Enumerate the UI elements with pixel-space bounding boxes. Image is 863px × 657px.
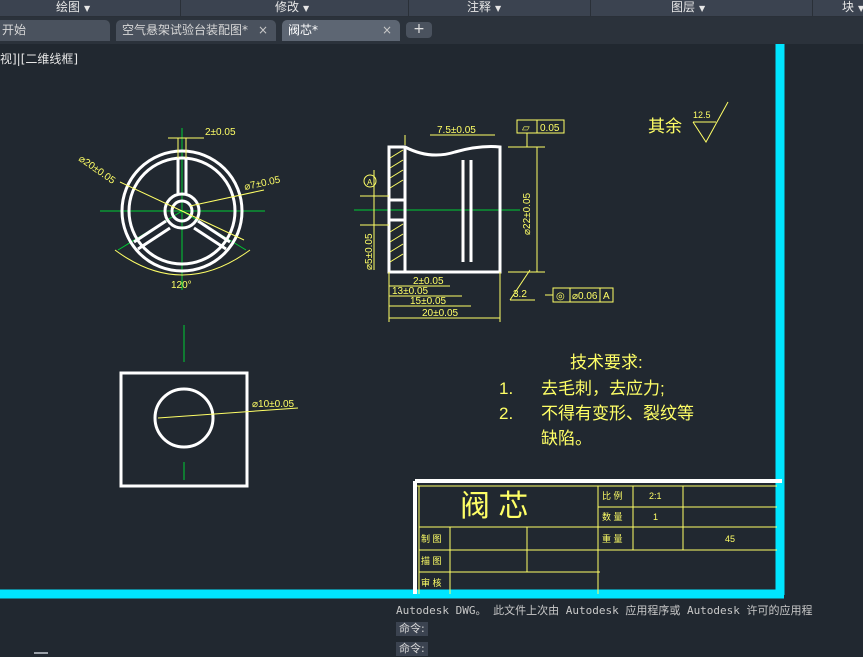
title-block: 阀 芯 比 例 2:1 数 量 1 重 量 45 制 图 描 图 审 核 [413,479,782,594]
chevron-down-icon: ▼ [495,4,502,13]
section-geometry [387,145,502,274]
top-view: ⌀10±0.05 [119,325,299,488]
weight-label: 重 量 [602,533,623,544]
note-2-num: 2. [499,404,513,423]
notes-title: 技术要求: [570,353,643,372]
front-view: 2±0.05 ⌀20±0.05 ⌀7±0.05 120° [76,127,282,291]
roughness-icon [692,101,729,143]
chevron-down-icon: ▼ [858,4,863,13]
cursor-icon [34,652,48,654]
command-prompt-line: 命令: [396,622,428,636]
qty-value: 1 [653,512,658,522]
checked-label: 审 核 [421,577,442,588]
datum-label: A [367,178,373,187]
surface-finish-label: 其余 [648,117,682,136]
section-hatch [389,149,404,263]
section-dim-left: ⌀5±0.05 [364,233,375,270]
tol-frame-bottom-symbol: ◎ [556,291,565,302]
tab-assembly-label: 空气悬架试验台装配图* [122,23,249,37]
tab-assembly-drawing[interactable]: 空气悬架试验台装配图* × [116,20,276,41]
section-dim-bottom-4: 20±0.05 [422,308,459,319]
drawn-label: 制 图 [421,533,442,544]
front-dim-outer: ⌀20±0.05 [76,153,117,186]
ribbon-modify-label: 修改 [275,0,300,14]
ribbon-layers-menu[interactable]: 图层 ▼ [671,0,705,16]
scale-value: 2:1 [649,491,662,501]
technical-notes: 技术要求: 1. 去毛刺，去应力; 2. 不得有变形、裂纹等 缺陷。 [499,353,694,448]
front-dim-width: 2±0.05 [205,127,236,138]
ribbon-separator [180,0,181,16]
note-2-text: 不得有变形、裂纹等 [541,404,694,423]
ribbon-block-label: 块 [842,0,855,14]
chevron-down-icon: ▼ [84,4,91,13]
surface-finish-value: 12.5 [693,110,711,120]
viewport-controls[interactable]: 视]|[二维线框] [0,50,78,67]
chevron-down-icon: ▼ [699,4,706,13]
ribbon-panel-bar: 绘图 ▼ 修改 ▼ 注释 ▼ 图层 ▼ 块 ▼ [0,0,863,17]
ribbon-block-menu[interactable]: 块 ▼ [842,0,863,16]
ribbon-separator [590,0,591,16]
ribbon-separator [408,0,409,16]
ribbon-layers-label: 图层 [671,0,696,14]
ribbon-draw-menu[interactable]: 绘图 ▼ [56,0,90,16]
surface-finish: 其余 12.5 [648,101,729,143]
new-tab-button[interactable]: + [406,22,432,38]
scale-label: 比 例 [602,490,623,501]
tol-frame-top-value: 0.05 [540,123,560,134]
note-1-num: 1. [499,379,513,398]
tab-valve-core-label: 阀芯* [288,23,319,37]
tol-frame-top-symbol: ⏥ [522,123,530,134]
tol-frame-bottom-value: ⌀0.06 [572,291,598,302]
tab-valve-core[interactable]: 阀芯* × [282,20,400,41]
drawing-svg: 2±0.05 ⌀20±0.05 ⌀7±0.05 120° 7.5±0.05 ⏥ … [0,44,785,599]
section-dim-height: ⌀22±0.05 [522,192,533,235]
traced-label: 描 图 [421,555,442,566]
tol-frame-bottom-datum: A [603,291,610,302]
ribbon-separator [812,0,813,16]
command-history-line: Autodesk DWG。 此文件上次由 Autodesk 应用程序或 Auto… [396,604,813,617]
top-dim-hole: ⌀10±0.05 [252,399,295,410]
roughness-value: 3.2 [513,289,527,300]
section-view: 7.5±0.05 ⏥ 0.05 A ⌀22±0.05 ⌀5±0.05 2±0.0… [354,119,614,322]
front-dim-angle: 120° [171,280,192,291]
model-space-canvas[interactable]: 2±0.05 ⌀20±0.05 ⌀7±0.05 120° 7.5±0.05 ⏥ … [0,44,863,601]
tab-start-label: 开始 [2,23,27,37]
ribbon-modify-menu[interactable]: 修改 ▼ [275,0,309,16]
close-icon[interactable]: × [258,20,268,40]
note-1-text: 去毛刺，去应力; [541,379,665,398]
ribbon-annotate-menu[interactable]: 注释 ▼ [467,0,501,16]
part-name: 阀 芯 [460,490,528,523]
close-icon[interactable]: × [382,20,392,40]
section-dim-bottom-3: 15±0.05 [410,296,447,307]
command-prompt-line: 命令: [396,642,428,656]
note-3-text: 缺陷。 [541,429,592,448]
ribbon-annotate-label: 注释 [467,0,492,14]
section-dim-top: 7.5±0.05 [437,125,476,136]
ribbon-draw-label: 绘图 [56,0,81,14]
qty-label: 数 量 [602,511,623,522]
tab-start[interactable]: 开始 [0,20,110,41]
material-value: 45 [725,534,735,544]
chevron-down-icon: ▼ [303,4,310,13]
